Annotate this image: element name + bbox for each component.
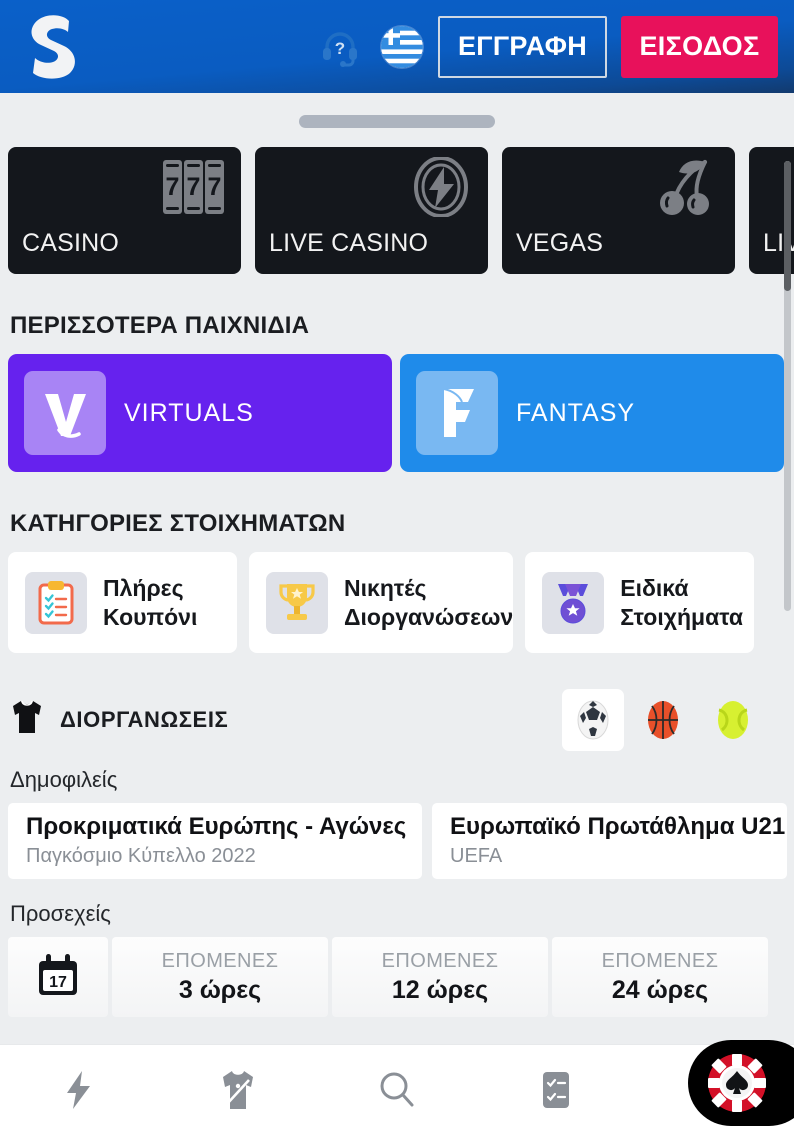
popular-tournament-card[interactable]: Ευρωπαϊκό Πρωτάθλημα U21 UEFA (432, 803, 787, 879)
upcoming-small-label: ΕΠΟΜΕΝΕΣ (381, 949, 499, 972)
cat-line1: Πλήρες (103, 574, 184, 601)
cat-line2: Στοιχήματα (620, 603, 743, 630)
fantasy-logo-icon (416, 371, 498, 455)
upcoming-filter-12h[interactable]: ΕΠΟΜΕΝΕΣ 12 ώρες (332, 937, 548, 1017)
cat-line2: Κουπόνι (103, 603, 198, 630)
cat-line2: Διοργανώσεων (344, 603, 514, 630)
upcoming-big-label: 12 ώρες (391, 975, 489, 1004)
nav-item-search[interactable] (318, 1045, 477, 1134)
bet-category-special-bets[interactable]: Ειδικά Στοιχήματα (525, 552, 755, 653)
popular-tournament-subtitle: UEFA (450, 845, 503, 867)
tournaments-title: ΔΙΟΡΓΑΝΩΣΕΙΣ (60, 707, 229, 732)
casino-chip-button[interactable] (688, 1040, 794, 1126)
bet-categories-title: ΚΑΤΗΓΟΡΙΕΣ ΣΤΟΙΧΗΜΑΤΩΝ (10, 510, 346, 537)
upcoming-small-label: ΕΠΟΜΕΝΕΣ (161, 949, 279, 972)
svg-text:7: 7 (208, 173, 222, 201)
content-sheet: 777 CASINO LIVE CASINO VEGAS LI ΠΕΡΙΣΣΟΤ… (0, 93, 794, 1134)
popular-tournament-card[interactable]: Προκριματικά Ευρώπης - Αγώνες Παγκόσμιο … (8, 803, 422, 879)
popular-tournament-title: Ευρωπαϊκό Πρωτάθλημα U21 (450, 813, 786, 840)
cat-line1: Ειδικά (620, 574, 689, 601)
betslip-checklist-icon (542, 1071, 569, 1108)
app-header: ? ΕΓΓΡΑΦΗ ΕΙΣΟΔΟΣ (0, 0, 794, 93)
casino-card-casino[interactable]: 777 CASINO (8, 147, 241, 274)
trophy-icon (266, 571, 328, 634)
language-selector-button[interactable] (376, 21, 428, 73)
more-games-row: VIRTUALS FANTASY (0, 340, 794, 472)
bet-category-label: Ειδικά Στοιχήματα (620, 574, 743, 632)
svg-text:7: 7 (187, 173, 201, 201)
calendar-17-icon: 17 (39, 954, 77, 995)
casino-card-label: VEGAS (516, 229, 604, 257)
tournaments-header-left: ΔΙΟΡΓΑΝΩΣΕΙΣ (10, 699, 228, 742)
greek-flag-icon (380, 25, 423, 68)
upcoming-filter-24h[interactable]: ΕΠΟΜΕΝΕΣ 24 ώρες (552, 937, 768, 1017)
clipboard-checklist-icon (25, 571, 87, 634)
live-chip-bolt-icon (408, 157, 474, 217)
headset-question-icon: ? (322, 31, 357, 67)
sport-tabs[interactable] (562, 689, 784, 751)
support-headset-button[interactable]: ? (314, 21, 366, 73)
casino-card-live-casino[interactable]: LIVE CASINO (255, 147, 488, 274)
nav-item-sports[interactable] (159, 1045, 318, 1134)
bet-categories-row[interactable]: Πλήρες Κουπόνι Νικητές Διοργανώσεων Ειδι… (0, 538, 794, 653)
lightning-bolt-icon (67, 1070, 91, 1109)
popular-label: Δημοφιλείς (10, 767, 118, 792)
app-root: ? ΕΓΓΡΑΦΗ ΕΙΣΟΔΟΣ 7 7 7 CASINO LIVE CASI… (0, 0, 794, 1134)
tournaments-header: ΔΙΟΡΓΑΝΩΣΕΙΣ (0, 689, 794, 751)
calendar-picker-button[interactable]: 17 (8, 937, 108, 1017)
upcoming-small-label: ΕΠΟΜΕΝΕΣ (601, 949, 719, 972)
upcoming-filters-row[interactable]: 17 ΕΠΟΜΕΝΕΣ 3 ώρες ΕΠΟΜΕΝΕΣ 12 ώρες ΕΠΟΜ… (0, 927, 794, 1017)
game-card-label: VIRTUALS (124, 398, 254, 427)
stoiximan-s-logo[interactable] (20, 12, 84, 82)
jersey-sports-icon (223, 1070, 254, 1109)
game-card-fantasy[interactable]: FANTASY (400, 354, 784, 472)
slot-777-icon: 777 (161, 157, 227, 217)
svg-text:?: ? (335, 39, 345, 58)
nav-item-betslip[interactable] (476, 1045, 635, 1134)
bet-category-label: Πλήρες Κουπόνι (103, 574, 197, 632)
game-card-label: FANTASY (516, 398, 636, 427)
cherries-icon (655, 157, 721, 217)
register-button[interactable]: ΕΓΓΡΑΦΗ (437, 15, 607, 78)
tennis-ball-icon (718, 701, 748, 739)
upcoming-label: Προσεχείς (10, 901, 111, 926)
bet-category-full-coupon[interactable]: Πλήρες Κουπόνι (8, 552, 237, 653)
casino-card-label: CASINO (22, 229, 120, 257)
cat-line1: Νικητές (344, 574, 427, 601)
basketball-icon (648, 701, 678, 739)
sheet-drag-handle[interactable] (299, 115, 495, 128)
jersey-icon (10, 699, 44, 742)
bottom-navigation-bar: Hub (0, 1040, 794, 1134)
sport-tab-basketball[interactable] (632, 689, 694, 751)
more-games-title: ΠΕΡΙΣΣΟΤΕΡΑ ΠΑΙΧΝΙΔΙΑ (10, 312, 310, 339)
search-icon (380, 1072, 414, 1106)
upcoming-big-label: 3 ώρες (178, 975, 262, 1004)
upcoming-big-label: 24 ώρες (611, 975, 709, 1004)
game-card-virtuals[interactable]: VIRTUALS (8, 354, 392, 472)
virtuals-logo-icon (24, 371, 106, 455)
page-scrollbar-thumb[interactable] (784, 161, 791, 291)
popular-tournament-title: Προκριματικά Ευρώπης - Αγώνες (26, 813, 407, 840)
soccer-ball-icon (577, 700, 609, 740)
bet-category-tournament-winners[interactable]: Νικητές Διοργανώσεων (249, 552, 514, 653)
popular-tournaments-row[interactable]: Προκριματικά Ευρώπης - Αγώνες Παγκόσμιο … (0, 793, 794, 879)
nav-item-live[interactable] (0, 1045, 159, 1134)
medal-star-icon (542, 571, 605, 634)
popular-tournament-subtitle: Παγκόσμιο Κύπελλο 2022 (26, 845, 256, 867)
calendar-day-number: 17 (49, 974, 67, 991)
casino-cards-carousel[interactable]: 777 CASINO LIVE CASINO VEGAS LI (0, 128, 794, 274)
upcoming-filter-3h[interactable]: ΕΠΟΜΕΝΕΣ 3 ώρες (112, 937, 328, 1017)
casino-card-label: LIVE CASINO (269, 229, 429, 257)
svg-text:7: 7 (166, 173, 180, 201)
casino-chip-icon (708, 1054, 766, 1112)
casino-card-vegas[interactable]: VEGAS (502, 147, 735, 274)
bet-category-label: Νικητές Διοργανώσεων (344, 574, 513, 632)
sport-tab-football[interactable] (562, 689, 624, 751)
login-button[interactable]: ΕΙΣΟΔΟΣ (621, 15, 778, 78)
sport-tab-tennis[interactable] (702, 689, 764, 751)
